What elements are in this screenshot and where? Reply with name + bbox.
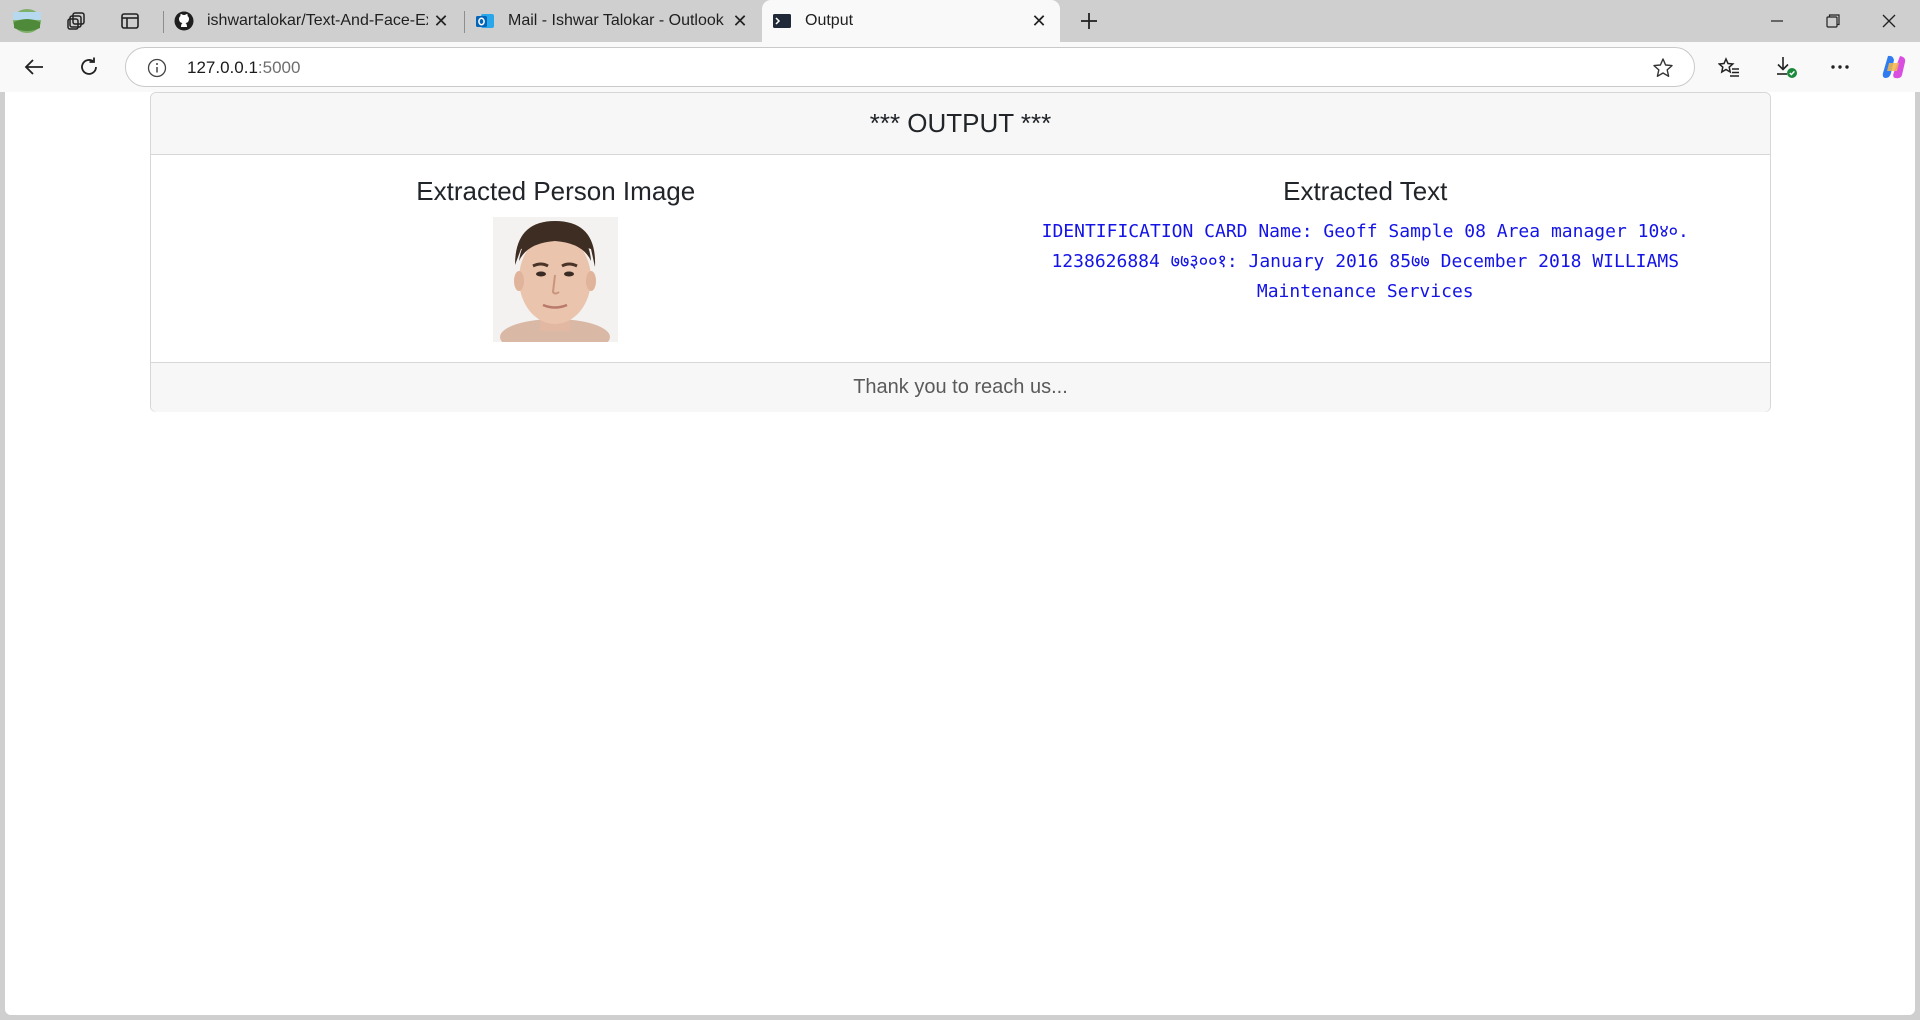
tab-outlook[interactable]: Mail - Ishwar Talokar - Outlook ✕ — [465, 0, 761, 42]
page-viewport: *** OUTPUT *** Extracted Person Image Ex… — [5, 92, 1915, 1015]
tab-github[interactable]: ishwartalokar/Text-And-Face-Extr ✕ — [164, 0, 462, 42]
extracted-text-content: IDENTIFICATION CARD Name: Geoff Sample 0… — [1041, 221, 1689, 302]
favorites-icon[interactable] — [1711, 50, 1747, 84]
output-card: *** OUTPUT *** Extracted Person Image Ex… — [150, 92, 1771, 412]
back-icon[interactable] — [16, 50, 52, 84]
tab-label: Output — [805, 12, 854, 29]
extracted-text-column: Extracted Text IDENTIFICATION CARD Name:… — [961, 155, 1771, 307]
tab-output[interactable]: Output ✕ — [762, 0, 1060, 42]
person-image-heading: Extracted Person Image — [416, 176, 696, 206]
person-image-column: Extracted Person Image — [151, 155, 961, 342]
tab-actions-icon[interactable] — [115, 7, 145, 35]
url-host: 127.0.0.1 — [187, 58, 258, 77]
url-port: :5000 — [257, 58, 301, 77]
close-tab-icon[interactable]: ✕ — [428, 8, 454, 34]
restore-icon[interactable] — [1805, 0, 1861, 42]
copilot-icon[interactable] — [1876, 50, 1912, 84]
reload-icon[interactable] — [71, 50, 107, 84]
card-footer: Thank you to reach us... — [151, 362, 1770, 412]
workspaces-icon[interactable] — [62, 7, 92, 35]
card-body: Extracted Person Image Extracted Text ID… — [151, 155, 1770, 362]
close-tab-icon[interactable]: ✕ — [727, 8, 753, 34]
downloads-icon[interactable] — [1768, 50, 1804, 84]
tab-strip: ishwartalokar/Text-And-Face-Extr ✕ Mail … — [0, 0, 1920, 42]
tab-label: Mail - Ishwar Talokar - Outlook — [508, 12, 724, 29]
address-bar[interactable]: 127.0.0.1:5000 — [125, 47, 1695, 87]
minimize-icon[interactable] — [1749, 0, 1805, 42]
outlook-icon — [475, 11, 495, 31]
url-text[interactable]: 127.0.0.1:5000 — [187, 58, 300, 78]
github-icon — [174, 11, 194, 31]
more-options-icon[interactable] — [1822, 50, 1858, 84]
new-tab-icon[interactable] — [1074, 7, 1104, 35]
site-info-icon[interactable] — [147, 58, 167, 78]
extracted-face-image — [493, 217, 619, 342]
extracted-text-heading: Extracted Text — [1283, 176, 1448, 206]
favorite-star-icon[interactable] — [1652, 57, 1674, 79]
close-tab-icon[interactable]: ✕ — [1026, 8, 1052, 34]
close-window-icon[interactable] — [1861, 0, 1917, 42]
card-header: *** OUTPUT *** — [151, 93, 1770, 155]
tab-label: ishwartalokar/Text-And-Face-Extr — [207, 12, 428, 29]
browser-toolbar: 127.0.0.1:5000 — [0, 42, 1920, 92]
profile-avatar-icon[interactable] — [12, 7, 42, 35]
terminal-icon — [772, 11, 792, 31]
